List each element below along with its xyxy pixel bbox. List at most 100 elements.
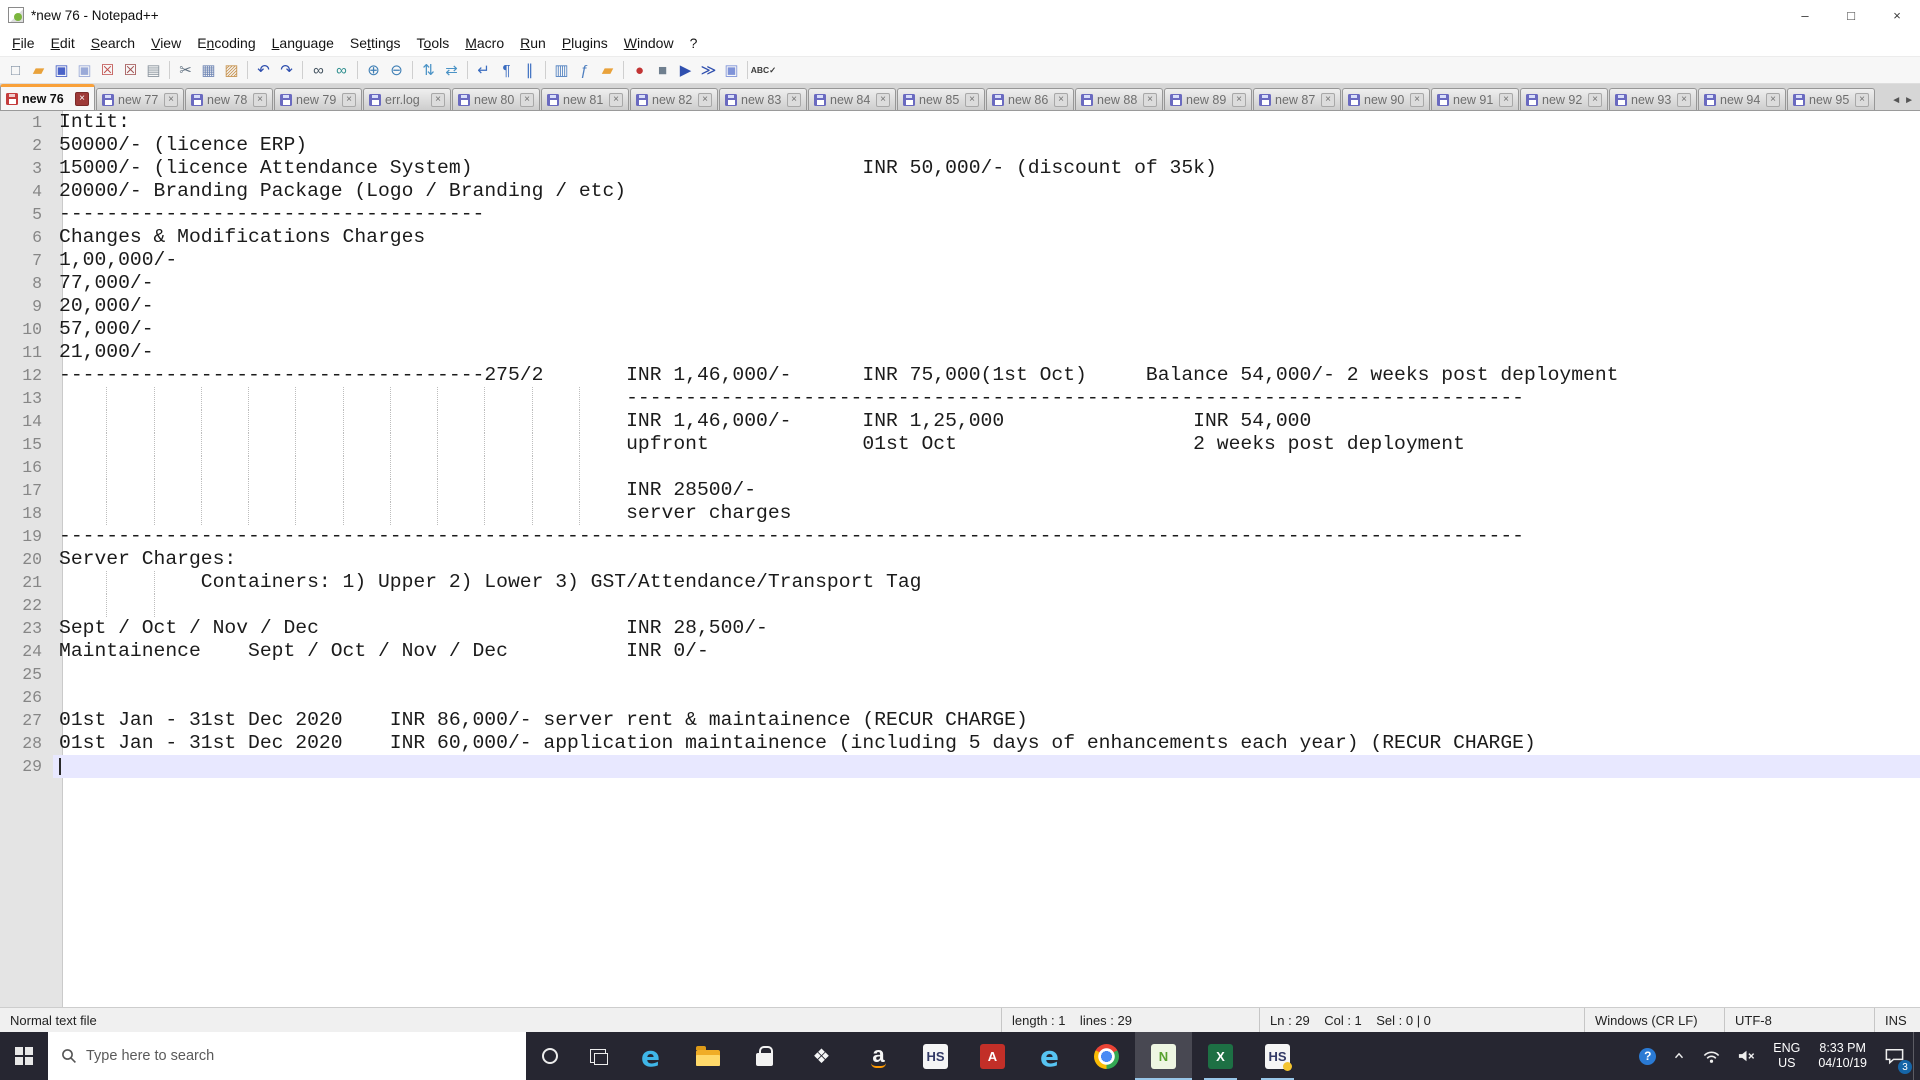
- editor-line-7[interactable]: 7 1,00,000/-: [0, 249, 1920, 272]
- open-file-icon[interactable]: ▰: [27, 59, 50, 82]
- status-encoding[interactable]: UTF-8: [1724, 1008, 1874, 1032]
- menu-file[interactable]: File: [4, 32, 43, 54]
- tab-close-icon[interactable]: ×: [342, 92, 356, 107]
- line-number[interactable]: 4: [0, 180, 52, 203]
- status-typing-mode[interactable]: INS: [1874, 1008, 1920, 1032]
- editor-line-27[interactable]: 27 01st Jan - 31st Dec 2020 INR 86,000/- s…: [0, 709, 1920, 732]
- menu-window[interactable]: Window: [616, 32, 682, 54]
- close-button[interactable]: ×: [1874, 0, 1920, 30]
- show-desktop-button[interactable]: [1913, 1032, 1920, 1080]
- function-list-icon[interactable]: ƒ: [573, 59, 596, 82]
- menu-help[interactable]: ?: [682, 32, 706, 54]
- editor-line-14[interactable]: 14 INR 1,46,000/- INR 1,25,000 INR 54,000: [0, 410, 1920, 433]
- editor-line-20[interactable]: 20 Server Charges:: [0, 548, 1920, 571]
- taskbar-app-internet-explorer[interactable]: e: [1021, 1032, 1078, 1080]
- spell-check-icon[interactable]: ABC✓: [751, 59, 777, 82]
- editor-line-1[interactable]: 1 Intit:: [0, 111, 1920, 134]
- maximize-button[interactable]: □: [1828, 0, 1874, 30]
- tab-new-79[interactable]: new 79 ×: [274, 88, 362, 110]
- taskbar-app-hs-app-2[interactable]: HS: [1249, 1032, 1306, 1080]
- line-number[interactable]: 8: [0, 272, 52, 295]
- tab-close-icon[interactable]: ×: [1766, 92, 1780, 107]
- taskbar-app-dropbox[interactable]: ❖: [793, 1032, 850, 1080]
- tab-new-85[interactable]: new 85 ×: [897, 88, 985, 110]
- line-number[interactable]: 28: [0, 732, 52, 755]
- tab-new-88[interactable]: new 88 ×: [1075, 88, 1163, 110]
- editor-line-12[interactable]: 12 ------------------------------------ 27…: [0, 364, 1920, 387]
- tab-scroll-left-icon[interactable]: ◄: [1891, 95, 1901, 106]
- tab-close-icon[interactable]: ×: [1321, 92, 1335, 107]
- tab-close-icon[interactable]: ×: [431, 92, 445, 107]
- paste-icon[interactable]: ▨: [220, 59, 243, 82]
- tab-new-82[interactable]: new 82 ×: [630, 88, 718, 110]
- editor-line-23[interactable]: 23 Sept / Oct / Nov / Dec INR 28,500/-: [0, 617, 1920, 640]
- tab-close-icon[interactable]: ×: [1143, 92, 1157, 107]
- menu-search[interactable]: Search: [83, 32, 143, 54]
- taskbar-app-file-explorer[interactable]: [679, 1032, 736, 1080]
- editor-line-17[interactable]: 17 INR 28500/-: [0, 479, 1920, 502]
- document-map-icon[interactable]: ▥: [550, 59, 573, 82]
- save-all-icon[interactable]: ▣: [73, 59, 96, 82]
- action-center-button[interactable]: 3: [1876, 1032, 1913, 1080]
- show-indent-guide-icon[interactable]: ∥: [518, 59, 541, 82]
- line-number[interactable]: 16: [0, 456, 52, 479]
- editor-line-16[interactable]: 16: [0, 456, 1920, 479]
- save-icon[interactable]: ▣: [50, 59, 73, 82]
- line-number[interactable]: 3: [0, 157, 52, 180]
- editor-line-9[interactable]: 9 20,000/-: [0, 295, 1920, 318]
- show-hidden-icons-button[interactable]: [1664, 1032, 1694, 1080]
- editor-line-22[interactable]: 22: [0, 594, 1920, 617]
- language-indicator[interactable]: ENG US: [1764, 1032, 1809, 1080]
- taskbar-app-excel[interactable]: X: [1192, 1032, 1249, 1080]
- editor-line-2[interactable]: 2 50000/- (licence ERP): [0, 134, 1920, 157]
- editor-line-29[interactable]: 29: [0, 755, 1920, 778]
- tab-new-91[interactable]: new 91 ×: [1431, 88, 1519, 110]
- tab-close-icon[interactable]: ×: [1410, 92, 1424, 107]
- stop-recording-icon[interactable]: ■: [651, 59, 674, 82]
- editor-line-13[interactable]: 13 --------------------------------------…: [0, 387, 1920, 410]
- line-number[interactable]: 11: [0, 341, 52, 364]
- zoom-in-icon[interactable]: ⊕: [362, 59, 385, 82]
- line-number[interactable]: 20: [0, 548, 52, 571]
- tab-new-87[interactable]: new 87 ×: [1253, 88, 1341, 110]
- word-wrap-icon[interactable]: ↵: [472, 59, 495, 82]
- line-number[interactable]: 2: [0, 134, 52, 157]
- line-number[interactable]: 23: [0, 617, 52, 640]
- tab-new-84[interactable]: new 84 ×: [808, 88, 896, 110]
- zoom-out-icon[interactable]: ⊖: [385, 59, 408, 82]
- line-number[interactable]: 18: [0, 502, 52, 525]
- line-number[interactable]: 15: [0, 433, 52, 456]
- sync-vertical-scroll-icon[interactable]: ⇅: [417, 59, 440, 82]
- tab-close-icon[interactable]: ×: [164, 92, 178, 107]
- taskbar-app-adobe-acrobat[interactable]: A: [964, 1032, 1021, 1080]
- replace-icon[interactable]: ∞: [330, 59, 353, 82]
- tab-new-76[interactable]: new 76 ×: [0, 84, 95, 110]
- editor-line-15[interactable]: 15 upfront 01st Oct 2 weeks post deployment: [0, 433, 1920, 456]
- tab-new-95[interactable]: new 95 ×: [1787, 88, 1875, 110]
- help-tray-button[interactable]: ?: [1631, 1032, 1664, 1080]
- editor-line-24[interactable]: 24 Maintainence Sept / Oct / Nov / Dec INR …: [0, 640, 1920, 663]
- line-number[interactable]: 6: [0, 226, 52, 249]
- volume-tray-button[interactable]: [1729, 1032, 1764, 1080]
- menu-encoding[interactable]: Encoding: [189, 32, 263, 54]
- line-number[interactable]: 24: [0, 640, 52, 663]
- start-button[interactable]: [0, 1032, 48, 1080]
- editor-line-3[interactable]: 3 15000/- (licence Attendance System) INR …: [0, 157, 1920, 180]
- tab-new-92[interactable]: new 92 ×: [1520, 88, 1608, 110]
- tab-new-90[interactable]: new 90 ×: [1342, 88, 1430, 110]
- editor-line-10[interactable]: 10 57,000/-: [0, 318, 1920, 341]
- menu-macro[interactable]: Macro: [457, 32, 512, 54]
- editor-line-28[interactable]: 28 01st Jan - 31st Dec 2020 INR 60,000/- a…: [0, 732, 1920, 755]
- editor-line-4[interactable]: 4 20000/- Branding Package (Logo / Brandi…: [0, 180, 1920, 203]
- line-number[interactable]: 5: [0, 203, 52, 226]
- tab-close-icon[interactable]: ×: [1588, 92, 1602, 107]
- tab-close-icon[interactable]: ×: [609, 92, 623, 107]
- task-view-button[interactable]: [574, 1032, 622, 1080]
- find-icon[interactable]: ∞: [307, 59, 330, 82]
- line-number[interactable]: 1: [0, 111, 52, 134]
- taskbar-search-input[interactable]: Type here to search: [48, 1032, 526, 1080]
- print-icon[interactable]: ▤: [142, 59, 165, 82]
- editor-line-25[interactable]: 25: [0, 663, 1920, 686]
- tab-new-83[interactable]: new 83 ×: [719, 88, 807, 110]
- editor-line-5[interactable]: 5 ------------------------------------: [0, 203, 1920, 226]
